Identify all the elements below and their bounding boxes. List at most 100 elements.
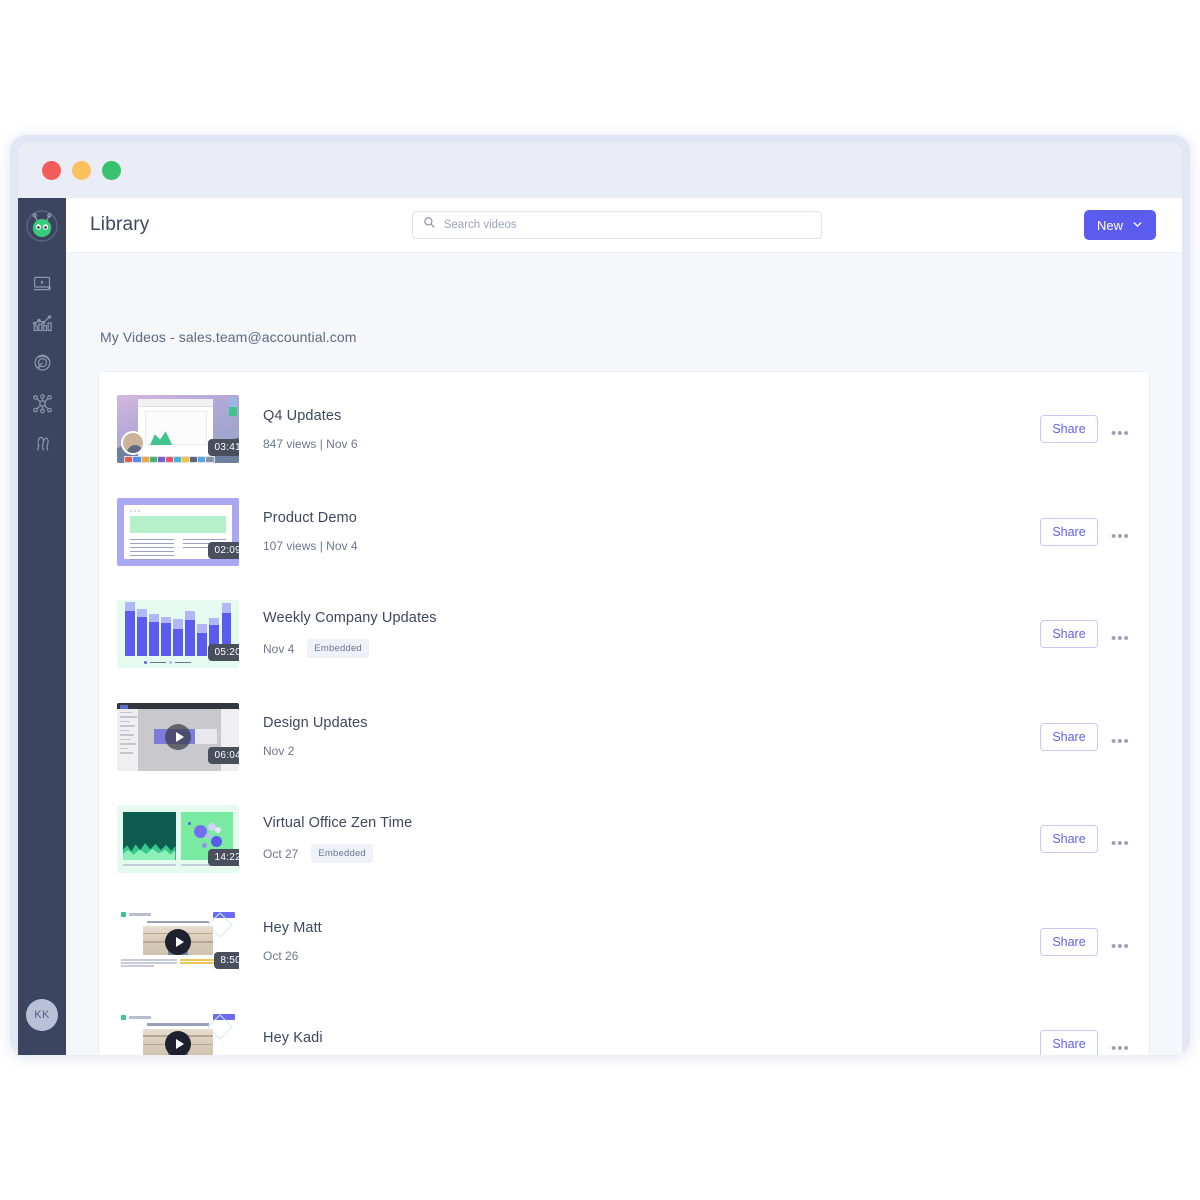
table-row[interactable]: 05:20 Weekly Company Updates Nov 4 Embed… [99,583,1149,686]
app-sidebar: KK [18,198,66,1055]
screenshot-root: KK Library Search videos New My Videos -… [0,0,1200,1200]
section-title: My Videos - sales.team@accountial.com [100,329,357,345]
video-title[interactable]: Virtual Office Zen Time [263,815,1040,831]
video-title[interactable]: Hey Matt [263,920,1040,936]
share-button[interactable]: Share [1040,1030,1098,1055]
close-window-button[interactable] [42,161,61,180]
video-info: Hey Kadi [239,1030,1040,1055]
table-row[interactable]: 14:22 Virtual Office Zen Time Oct 27 Emb… [99,788,1149,891]
browser-window-frame: KK Library Search videos New My Videos -… [10,135,1190,1055]
video-duration: 14:22 [208,849,239,867]
row-actions: Share ••• [1040,927,1129,956]
video-title[interactable]: Design Updates [263,715,1040,731]
row-actions: Share ••• [1040,722,1129,751]
video-screen-icon [32,273,53,294]
sidebar-item-analytics[interactable] [27,308,57,338]
video-duration: 8:50 [214,951,239,969]
row-actions: Share ••• [1040,415,1129,444]
share-button[interactable]: Share [1040,517,1098,546]
video-list-card: 03:41 Q4 Updates 847 views | Nov 6 Share [98,371,1150,1055]
video-thumbnail[interactable]: 06:04 [117,702,239,771]
video-duration: 05:20 [208,644,239,662]
video-duration: 06:04 [208,746,239,764]
more-options-icon[interactable]: ••• [1111,621,1129,647]
window-titlebar [18,143,1182,198]
video-meta-text: 107 views | Nov 4 [263,539,358,554]
video-info: Design Updates Nov 2 [239,715,1040,758]
more-options-icon[interactable]: ••• [1111,826,1129,852]
row-actions: Share ••• [1040,1030,1129,1055]
video-title[interactable]: Product Demo [263,510,1040,526]
more-options-icon[interactable]: ••• [1111,929,1129,955]
window-body: KK Library Search videos New My Videos -… [18,198,1182,1055]
sidebar-item-campaigns[interactable] [27,348,57,378]
row-actions: Share ••• [1040,620,1129,649]
vidyard-logo[interactable] [26,210,58,242]
sidebar-item-team[interactable] [27,428,57,458]
table-row[interactable]: 02:09 Product Demo 107 views | Nov 4 Sha… [99,481,1149,584]
video-info: Virtual Office Zen Time Oct 27 Embedded [239,815,1040,864]
video-meta: Nov 4 Embedded [263,639,1040,659]
status-badge: Embedded [307,639,369,659]
more-options-icon[interactable]: ••• [1111,1031,1129,1055]
search-icon [423,216,436,234]
play-button-icon[interactable] [165,928,191,955]
main-area: Library New [66,198,1182,1055]
share-button[interactable]: Share [1040,415,1098,444]
video-duration: 02:09 [208,541,239,559]
avatar[interactable]: KK [26,999,58,1031]
browser-window: KK Library Search videos New My Videos -… [18,143,1182,1055]
play-button-icon[interactable] [165,723,191,750]
video-meta: Oct 26 [263,949,1040,963]
page-title: Library [90,214,150,235]
sidebar-item-integrations[interactable] [27,388,57,418]
analytics-chart-icon [32,313,53,334]
video-meta: 107 views | Nov 4 [263,539,1040,553]
video-thumbnail[interactable]: 03:41 [117,395,239,464]
video-meta-text: 847 views | Nov 6 [263,436,358,451]
more-options-icon[interactable]: ••• [1111,519,1129,545]
video-meta: Oct 27 Embedded [263,844,1040,864]
play-button-icon[interactable] [165,1031,191,1055]
share-button[interactable]: Share [1040,927,1098,956]
row-actions: Share ••• [1040,825,1129,854]
table-row[interactable]: Hey Kadi Share ••• [99,993,1149,1055]
new-button[interactable]: New [1083,210,1156,240]
table-row[interactable]: 06:04 Design Updates Nov 2 Share ••• [99,686,1149,789]
more-options-icon[interactable]: ••• [1111,416,1129,442]
search-input[interactable] [443,219,811,231]
network-nodes-icon [32,393,53,414]
content-area: My Videos - sales.team@accountial.com 03… [66,253,1182,1055]
target-megaphone-icon [32,353,53,374]
video-thumbnail[interactable]: 14:22 [117,805,239,874]
video-title[interactable]: Hey Kadi [263,1030,1040,1046]
sidebar-item-videos[interactable] [27,268,57,298]
video-duration: 03:41 [208,439,239,457]
share-button[interactable]: Share [1040,722,1098,751]
chevron-down-icon [1132,218,1143,233]
video-meta-text: Oct 27 [263,846,299,861]
table-row[interactable]: 03:41 Q4 Updates 847 views | Nov 6 Share [99,378,1149,481]
share-button[interactable]: Share [1040,620,1098,649]
minimize-window-button[interactable] [72,161,91,180]
video-info: Product Demo 107 views | Nov 4 [239,510,1040,553]
maximize-window-button[interactable] [102,161,121,180]
video-info: Hey Matt Oct 26 [239,920,1040,963]
video-thumbnail[interactable]: 8:50 [117,907,239,976]
app-topbar: Library New [66,198,1182,253]
table-row[interactable]: 8:50 Hey Matt Oct 26 Share ••• [99,891,1149,994]
search-box[interactable] [411,211,822,239]
video-thumbnail[interactable]: 02:09 [117,497,239,566]
new-button-label: New [1096,217,1123,233]
more-options-icon[interactable]: ••• [1111,724,1129,750]
status-badge: Embedded [311,844,373,864]
row-actions: Share ••• [1040,517,1129,546]
video-thumbnail[interactable]: 05:20 [117,600,239,669]
video-thumbnail[interactable] [117,1010,239,1055]
video-meta-text: Nov 4 [263,641,295,656]
share-button[interactable]: Share [1040,825,1098,854]
video-meta-text: Nov 2 [263,744,295,759]
video-title[interactable]: Q4 Updates [263,408,1040,424]
video-info: Weekly Company Updates Nov 4 Embedded [239,610,1040,659]
video-title[interactable]: Weekly Company Updates [263,610,1040,626]
